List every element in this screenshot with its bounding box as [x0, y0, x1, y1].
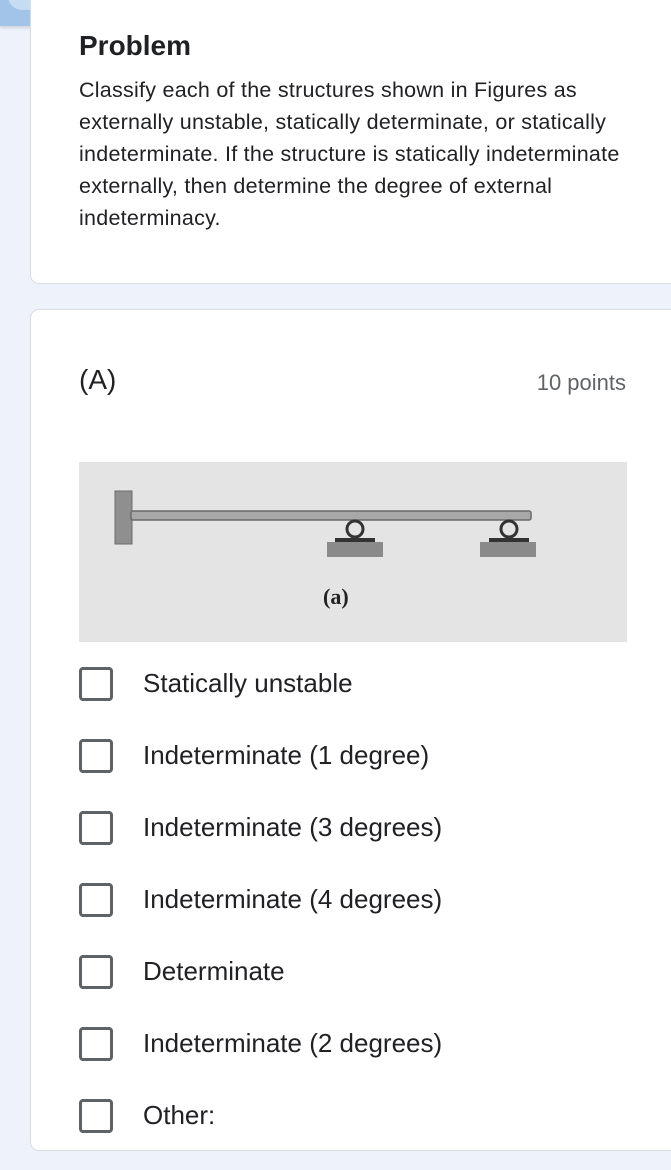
checkbox[interactable]: [79, 1099, 113, 1133]
option-other[interactable]: Other:: [79, 1098, 442, 1170]
checkbox[interactable]: [79, 739, 113, 773]
checkbox[interactable]: [79, 955, 113, 989]
option-label: Indeterminate (3 degrees): [143, 812, 443, 842]
beam-diagram: [114, 490, 536, 557]
option-label: Statically unstable: [143, 668, 353, 698]
checkbox[interactable]: [79, 667, 113, 701]
option-label: Other:: [143, 1100, 216, 1130]
figure-caption: (a): [323, 584, 349, 609]
checkbox-options: Statically unstable Indeterminate (1 deg…: [79, 666, 442, 1170]
question-title: (A): [79, 364, 117, 395]
option-indeterminate-2[interactable]: Indeterminate (2 degrees): [79, 1026, 442, 1098]
option-label: Indeterminate (2 degrees): [143, 1028, 443, 1058]
problem-title: Problem: [79, 30, 192, 61]
question-points: 10 points: [536, 370, 626, 395]
option-indeterminate-1[interactable]: Indeterminate (1 degree): [79, 738, 442, 810]
fixed-support: [114, 490, 133, 545]
question-figure: (a): [79, 462, 627, 642]
problem-description: Classify each of the structures shown in…: [79, 78, 620, 230]
checkbox[interactable]: [79, 883, 113, 917]
option-determinate[interactable]: Determinate: [79, 954, 442, 1026]
option-statically-unstable[interactable]: Statically unstable: [79, 666, 442, 738]
roller-support-1: [327, 519, 383, 557]
checkbox[interactable]: [79, 1027, 113, 1061]
option-label: Indeterminate (4 degrees): [143, 884, 443, 914]
checkbox[interactable]: [79, 811, 113, 845]
option-label: Determinate: [143, 956, 285, 986]
option-label: Indeterminate (1 degree): [143, 740, 430, 770]
beam: [130, 510, 532, 521]
roller-support-2: [480, 519, 536, 557]
option-indeterminate-3[interactable]: Indeterminate (3 degrees): [79, 810, 442, 882]
option-indeterminate-4[interactable]: Indeterminate (4 degrees): [79, 882, 442, 954]
